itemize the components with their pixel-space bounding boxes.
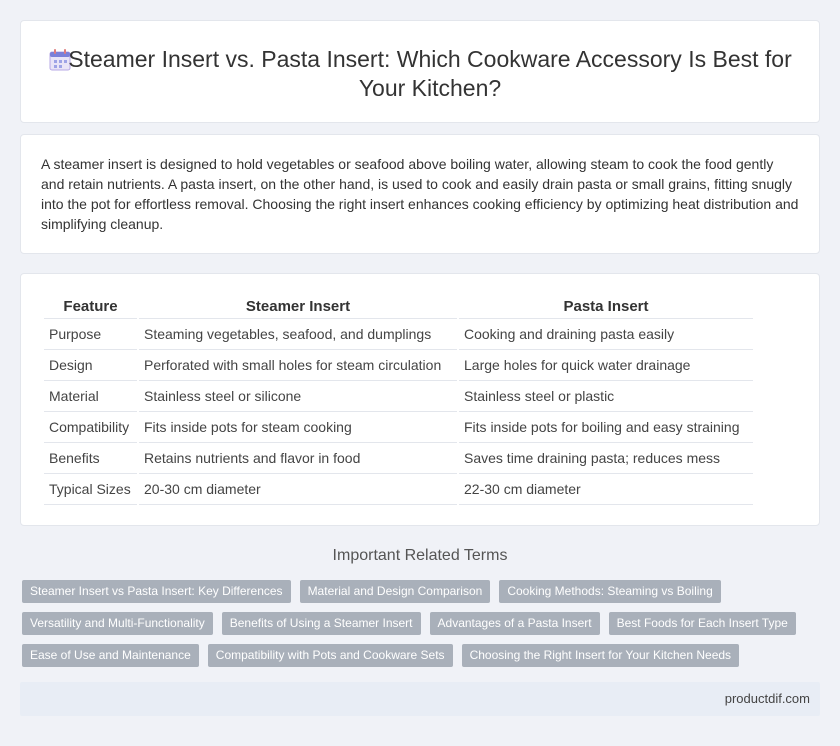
pasta-cell: Stainless steel or plastic [459, 381, 753, 412]
related-term-tag[interactable]: Benefits of Using a Steamer Insert [221, 612, 421, 635]
feature-cell: Compatibility [44, 412, 137, 443]
pasta-cell: Fits inside pots for boiling and easy st… [459, 412, 753, 443]
header-steamer-insert: Steamer Insert [139, 294, 457, 319]
pasta-cell: Saves time draining pasta; reduces mess [459, 443, 753, 474]
steamer-cell: Stainless steel or silicone [139, 381, 457, 412]
feature-cell: Purpose [44, 319, 137, 350]
related-term-tag[interactable]: Best Foods for Each Insert Type [608, 612, 796, 635]
pasta-cell: Cooking and draining pasta easily [459, 319, 753, 350]
related-term-tag[interactable]: Advantages of a Pasta Insert [429, 612, 600, 635]
related-term-tag[interactable]: Material and Design Comparison [299, 580, 491, 603]
header-feature: Feature [44, 294, 137, 319]
comparison-card: Feature Steamer Insert Pasta Insert Purp… [20, 273, 820, 526]
table-row: Typical Sizes 20-30 cm diameter 22-30 cm… [44, 474, 753, 505]
table-row: Design Perforated with small holes for s… [44, 350, 753, 381]
related-term-tag[interactable]: Cooking Methods: Steaming vs Boiling [499, 580, 721, 603]
table-row: Compatibility Fits inside pots for steam… [44, 412, 753, 443]
steamer-cell: Retains nutrients and flavor in food [139, 443, 457, 474]
steamer-cell: 20-30 cm diameter [139, 474, 457, 505]
pasta-cell: 22-30 cm diameter [459, 474, 753, 505]
footer-site-link[interactable]: productdif.com [725, 691, 810, 706]
footer: productdif.com [20, 682, 820, 716]
feature-cell: Typical Sizes [44, 474, 137, 505]
comparison-table: Feature Steamer Insert Pasta Insert Purp… [42, 294, 755, 505]
related-term-tag[interactable]: Versatility and Multi-Functionality [22, 612, 213, 635]
intro-paragraph: A steamer insert is designed to hold veg… [41, 156, 799, 232]
related-terms-heading: Important Related Terms [332, 547, 508, 564]
related-term-tag[interactable]: Steamer Insert vs Pasta Insert: Key Diff… [22, 580, 291, 603]
related-terms-list: Steamer Insert vs Pasta Insert: Key Diff… [22, 580, 822, 676]
table-row: Benefits Retains nutrients and flavor in… [44, 443, 753, 474]
header-pasta-insert: Pasta Insert [459, 294, 753, 319]
feature-cell: Design [44, 350, 137, 381]
page-title: Steamer Insert vs. Pasta Insert: Which C… [68, 46, 792, 101]
related-term-tag[interactable]: Choosing the Right Insert for Your Kitch… [461, 644, 740, 667]
tag-row: Versatility and Multi-Functionality Bene… [22, 612, 822, 635]
table-row: Material Stainless steel or silicone Sta… [44, 381, 753, 412]
steamer-cell: Perforated with small holes for steam ci… [139, 350, 457, 381]
related-term-tag[interactable]: Ease of Use and Maintenance [22, 644, 199, 667]
steamer-cell: Steaming vegetables, seafood, and dumpli… [139, 319, 457, 350]
table-row: Purpose Steaming vegetables, seafood, an… [44, 319, 753, 350]
feature-cell: Benefits [44, 443, 137, 474]
feature-cell: Material [44, 381, 137, 412]
intro-card: A steamer insert is designed to hold veg… [20, 134, 820, 254]
steamer-cell: Fits inside pots for steam cooking [139, 412, 457, 443]
pasta-cell: Large holes for quick water drainage [459, 350, 753, 381]
tag-row: Ease of Use and Maintenance Compatibilit… [22, 644, 822, 667]
table-header-row: Feature Steamer Insert Pasta Insert [44, 294, 753, 319]
related-term-tag[interactable]: Compatibility with Pots and Cookware Set… [207, 644, 453, 667]
tag-row: Steamer Insert vs Pasta Insert: Key Diff… [22, 580, 822, 603]
title-card: Steamer Insert vs. Pasta Insert: Which C… [20, 20, 820, 123]
